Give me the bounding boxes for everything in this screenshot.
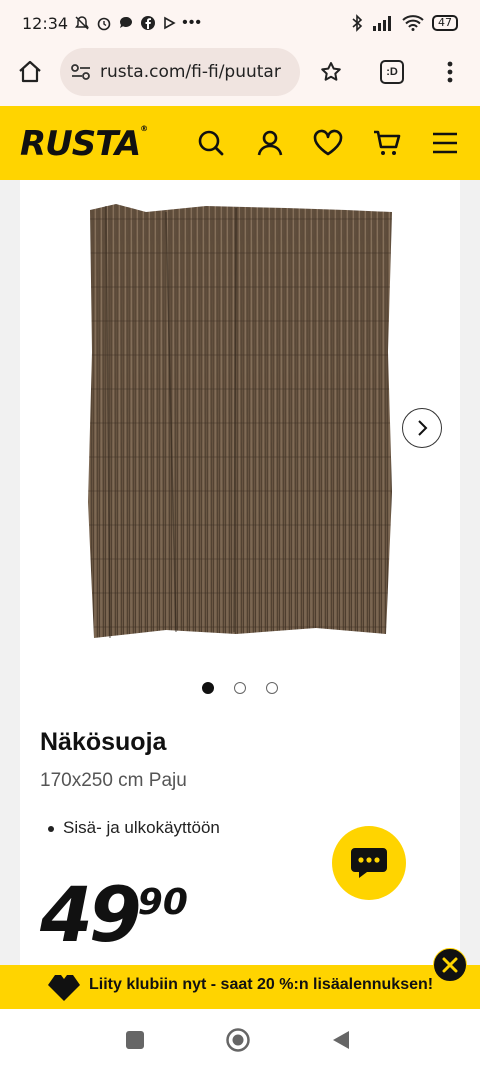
home-nav-button[interactable] bbox=[225, 1027, 251, 1053]
club-promo-banner[interactable]: Liity klubiin nyt - saat 20 %:n lisäalen… bbox=[0, 965, 480, 1009]
facebook-icon bbox=[141, 16, 156, 30]
product-image[interactable] bbox=[86, 202, 394, 642]
url-text: rusta.com/fi-fi/puutar bbox=[100, 62, 281, 82]
system-icons: 47 bbox=[350, 14, 458, 32]
heart-icon bbox=[48, 975, 80, 1001]
more-dots-icon: ••• bbox=[182, 14, 202, 31]
site-header: RUSTA® bbox=[0, 106, 480, 180]
system-navigation-bar bbox=[0, 1009, 480, 1067]
carousel-dot[interactable] bbox=[202, 682, 214, 694]
banner-text: Liity klubiin nyt - saat 20 %:n lisäalen… bbox=[89, 976, 434, 993]
wishlist-heart-icon[interactable] bbox=[311, 126, 345, 160]
status-bar: 12:34 ••• 47 bbox=[0, 0, 480, 46]
page-content: Näkösuoja 170x250 cm Paju Sisä- ja ulkok… bbox=[0, 180, 480, 965]
home-icon[interactable] bbox=[14, 56, 46, 88]
browser-toolbar: rusta.com/fi-fi/puutar :D bbox=[0, 46, 480, 106]
browser-menu-icon[interactable] bbox=[434, 56, 466, 88]
logo-text: RUSTA bbox=[20, 124, 141, 164]
battery-indicator: 47 bbox=[432, 15, 458, 31]
carousel-indicators bbox=[20, 682, 460, 694]
bookmark-star-icon[interactable] bbox=[315, 56, 347, 88]
site-settings-icon[interactable] bbox=[70, 62, 92, 82]
price-main: 49 bbox=[40, 870, 142, 959]
carousel-dot[interactable] bbox=[266, 682, 278, 694]
play-icon bbox=[164, 16, 176, 30]
back-nav-button[interactable] bbox=[328, 1027, 354, 1053]
cart-icon[interactable] bbox=[370, 126, 404, 160]
product-title: Näkösuoja bbox=[40, 728, 167, 756]
close-icon bbox=[442, 957, 458, 973]
square-icon bbox=[126, 1031, 144, 1049]
banner-close-button[interactable] bbox=[433, 948, 467, 982]
alarm-icon bbox=[97, 17, 111, 31]
feature-item: Sisä- ja ulkokäyttöön bbox=[48, 818, 220, 838]
carousel-dot[interactable] bbox=[234, 682, 246, 694]
back-triangle-icon bbox=[333, 1031, 349, 1049]
chat-bubble-icon bbox=[120, 16, 133, 28]
recent-apps-button[interactable] bbox=[122, 1027, 148, 1053]
account-icon[interactable] bbox=[253, 126, 287, 160]
chat-button[interactable] bbox=[332, 826, 406, 900]
product-price: 4990 bbox=[40, 870, 188, 959]
status-time: 12:34 bbox=[22, 13, 69, 33]
signal-icon bbox=[373, 16, 391, 31]
price-decimal: 90 bbox=[137, 882, 188, 923]
chat-icon bbox=[351, 848, 387, 878]
carousel-next-button[interactable] bbox=[402, 408, 442, 448]
circle-home-icon bbox=[226, 1028, 250, 1052]
wifi-icon bbox=[402, 15, 424, 31]
tab-switcher-button[interactable]: :D bbox=[376, 56, 408, 88]
notification-icons: ••• bbox=[74, 14, 202, 32]
chevron-right-icon bbox=[418, 420, 428, 436]
tab-switcher-label: :D bbox=[380, 60, 404, 84]
product-subtitle: 170x250 cm Paju bbox=[40, 770, 187, 791]
bluetooth-icon bbox=[352, 14, 363, 32]
search-icon[interactable] bbox=[194, 126, 228, 160]
rusta-logo[interactable]: RUSTA® bbox=[20, 124, 148, 164]
bell-off-icon bbox=[75, 16, 90, 30]
address-bar[interactable]: rusta.com/fi-fi/puutar bbox=[60, 48, 300, 96]
hamburger-menu-icon[interactable] bbox=[428, 126, 462, 160]
product-features: Sisä- ja ulkokäyttöön bbox=[48, 818, 220, 838]
logo-registered-mark: ® bbox=[140, 124, 148, 133]
